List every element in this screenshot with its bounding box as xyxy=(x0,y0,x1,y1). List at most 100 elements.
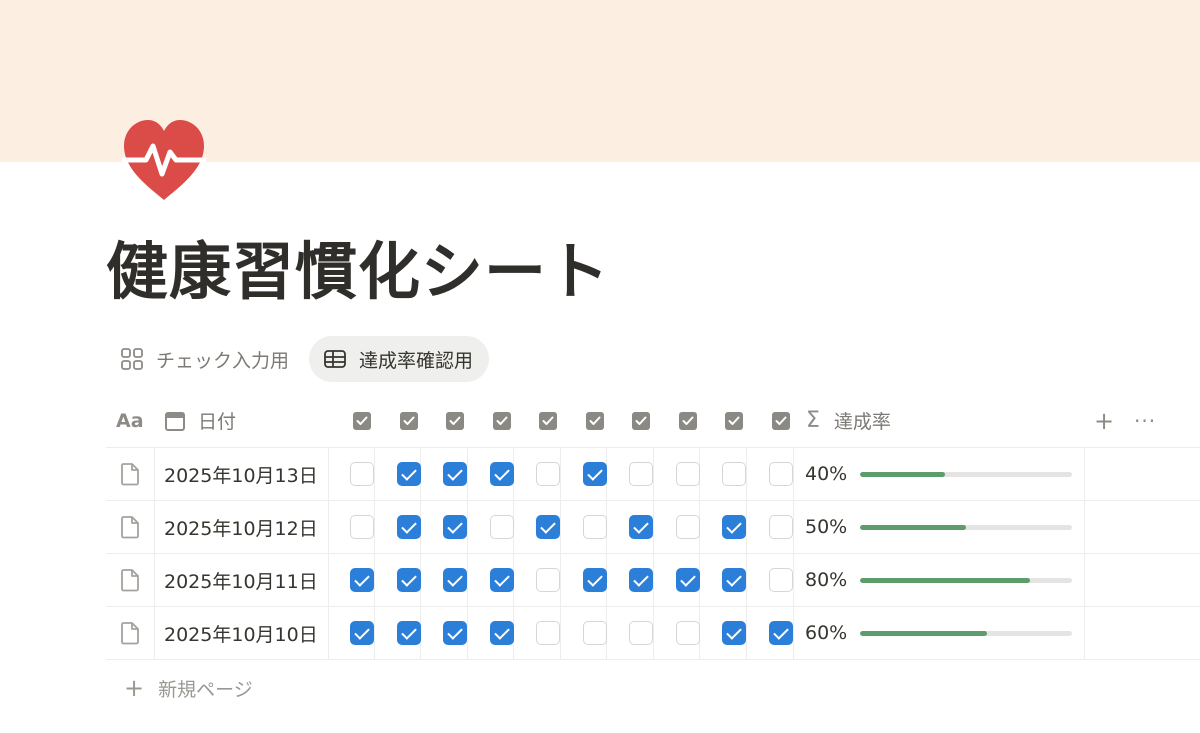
more-options-button[interactable]: ··· xyxy=(1134,394,1156,447)
checkbox-unchecked[interactable] xyxy=(536,568,560,592)
checkbox-checked[interactable] xyxy=(443,462,467,486)
checkbox-column-header-7[interactable] xyxy=(632,394,650,447)
checkbox-checked[interactable] xyxy=(443,568,467,592)
date-column-header[interactable]: 日付 xyxy=(164,394,236,447)
checkbox-unchecked[interactable] xyxy=(582,515,607,539)
checkbox-unchecked[interactable] xyxy=(536,462,560,486)
checkbox-checked[interactable] xyxy=(350,621,374,645)
checkbox-checked[interactable] xyxy=(396,462,421,486)
checkbox-unchecked[interactable] xyxy=(675,462,700,486)
checkbox-column-header-5[interactable] xyxy=(539,394,557,447)
table-row[interactable]: 2025年10月11日 80% xyxy=(106,554,1200,607)
achievement-rate: 60% xyxy=(805,622,848,644)
checkbox-type-icon xyxy=(539,411,557,430)
row-date[interactable]: 2025年10月11日 xyxy=(164,554,318,606)
checkbox-checked[interactable] xyxy=(489,621,514,645)
table-row[interactable]: 2025年10月12日 50% xyxy=(106,501,1200,554)
checkbox-cell xyxy=(536,607,560,659)
checkbox-checked[interactable] xyxy=(629,568,653,592)
checkbox-cell xyxy=(350,501,374,553)
checkbox-unchecked[interactable] xyxy=(722,462,746,486)
checkbox-checked[interactable] xyxy=(722,621,746,645)
progress-bar xyxy=(860,631,1072,636)
column-divider xyxy=(374,501,375,553)
new-page-button[interactable]: + 新規ページ xyxy=(124,672,253,704)
row-date[interactable]: 2025年10月13日 xyxy=(164,448,318,500)
checkbox-checked[interactable] xyxy=(443,621,467,645)
checkbox-column-header-9[interactable] xyxy=(725,394,743,447)
page-document-icon[interactable] xyxy=(120,554,140,606)
checkbox-cell xyxy=(675,607,700,659)
page-document-icon[interactable] xyxy=(120,448,140,500)
checkbox-unchecked[interactable] xyxy=(582,621,607,645)
page-document-icon[interactable] xyxy=(120,501,140,553)
checkbox-checked[interactable] xyxy=(396,568,421,592)
table-row[interactable]: 2025年10月13日 40% xyxy=(106,448,1200,501)
checkbox-unchecked[interactable] xyxy=(768,568,793,592)
checkbox-cell xyxy=(675,448,700,500)
checkbox-checked[interactable] xyxy=(582,462,607,486)
checkbox-unchecked[interactable] xyxy=(350,515,374,539)
checkbox-checked[interactable] xyxy=(396,621,421,645)
checkbox-checked[interactable] xyxy=(675,568,700,592)
column-divider xyxy=(1084,501,1085,553)
checkbox-column-header-2[interactable] xyxy=(399,394,418,447)
checkbox-checked[interactable] xyxy=(396,515,421,539)
title-column-header[interactable]: Aa xyxy=(116,394,144,447)
row-date[interactable]: 2025年10月12日 xyxy=(164,501,318,553)
progress-bar-fill xyxy=(860,631,988,636)
checkbox-column-header-1[interactable] xyxy=(353,394,371,447)
checkbox-checked[interactable] xyxy=(768,621,793,645)
rate-column-header[interactable]: Σ 達成率 xyxy=(806,394,891,447)
checkbox-checked[interactable] xyxy=(582,568,607,592)
checkbox-cell xyxy=(722,554,746,606)
checkbox-unchecked[interactable] xyxy=(536,621,560,645)
checkbox-checked[interactable] xyxy=(722,568,746,592)
row-date[interactable]: 2025年10月10日 xyxy=(164,607,318,659)
checkbox-column-header-3[interactable] xyxy=(446,394,464,447)
tab-rate-check[interactable]: 達成率確認用 xyxy=(309,336,490,382)
column-divider xyxy=(154,554,155,606)
column-divider xyxy=(653,448,654,500)
column-divider xyxy=(653,501,654,553)
checkbox-unchecked[interactable] xyxy=(675,621,700,645)
checkbox-type-icon xyxy=(353,411,371,430)
checkbox-unchecked[interactable] xyxy=(350,462,374,486)
page-document-icon[interactable] xyxy=(120,607,140,659)
checkbox-type-icon xyxy=(725,411,743,430)
heart-pulse-icon[interactable] xyxy=(120,116,208,202)
tab-check-input[interactable]: チェック入力用 xyxy=(106,336,305,382)
progress-bar-fill xyxy=(860,525,966,530)
checkbox-cell xyxy=(629,607,653,659)
page-title[interactable]: 健康習慣化シート xyxy=(106,232,610,312)
column-divider xyxy=(374,554,375,606)
checkbox-column-header-8[interactable] xyxy=(678,394,697,447)
checkbox-cell xyxy=(489,448,514,500)
checkbox-checked[interactable] xyxy=(629,515,653,539)
checkbox-unchecked[interactable] xyxy=(489,515,514,539)
new-page-label: 新規ページ xyxy=(158,678,253,701)
checkbox-cell xyxy=(443,554,467,606)
column-divider xyxy=(793,501,794,553)
checkbox-checked[interactable] xyxy=(489,568,514,592)
checkbox-column-header-10[interactable] xyxy=(771,394,790,447)
checkbox-unchecked[interactable] xyxy=(629,621,653,645)
checkbox-unchecked[interactable] xyxy=(675,515,700,539)
checkbox-cell xyxy=(768,554,793,606)
checkbox-unchecked[interactable] xyxy=(768,515,793,539)
table-row[interactable]: 2025年10月10日 60% xyxy=(106,607,1200,660)
column-divider xyxy=(746,501,747,553)
checkbox-column-header-4[interactable] xyxy=(492,394,511,447)
checkbox-type-icon xyxy=(399,411,418,430)
checkbox-checked[interactable] xyxy=(722,515,746,539)
add-column-button[interactable]: + xyxy=(1094,394,1114,447)
checkbox-checked[interactable] xyxy=(489,462,514,486)
checkbox-column-header-6[interactable] xyxy=(585,394,604,447)
checkbox-checked[interactable] xyxy=(536,515,560,539)
checkbox-unchecked[interactable] xyxy=(629,462,653,486)
checkbox-checked[interactable] xyxy=(350,568,374,592)
plus-icon: + xyxy=(1094,406,1115,435)
checkbox-unchecked[interactable] xyxy=(768,462,793,486)
checkbox-cell xyxy=(489,501,514,553)
checkbox-checked[interactable] xyxy=(443,515,467,539)
